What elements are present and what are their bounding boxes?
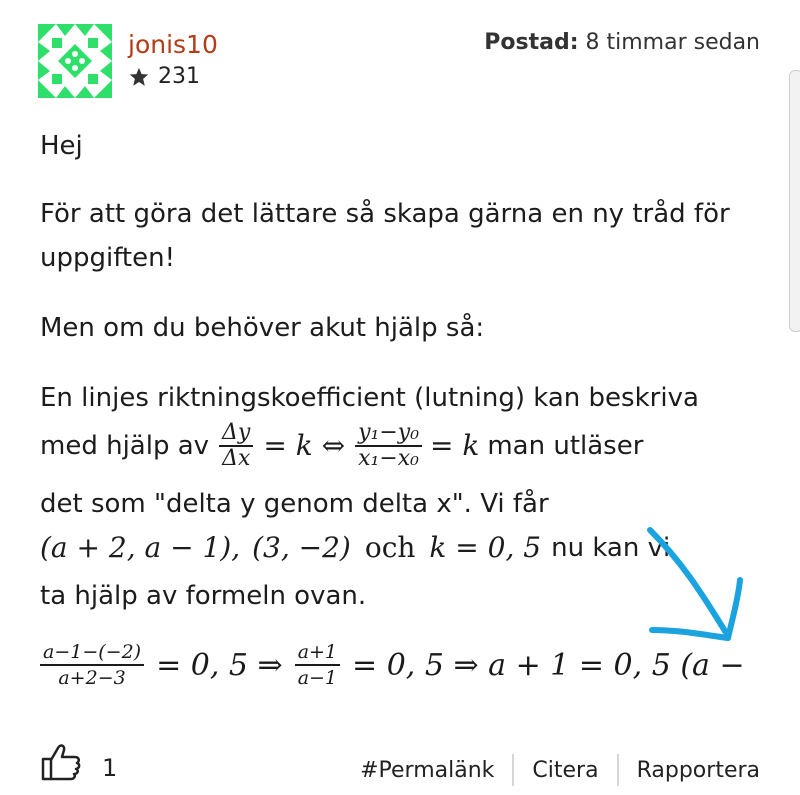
calculation-line: a−1−(−2) a+2−3 = 0, 5 ⇒ a+1 a−1 = 0, 5 ⇒… [40, 640, 745, 690]
math-point-1: (a + 2, a − 1), [40, 531, 241, 564]
author-username[interactable]: jonis10 [128, 30, 218, 59]
fraction-delta: Δy Δx [219, 421, 254, 471]
star-icon [129, 67, 149, 86]
action-divider [616, 754, 619, 786]
math-point-2: (3, −2) [252, 531, 351, 564]
fraction-delta-num: Δy [219, 421, 254, 447]
posted-label: Postad: [484, 30, 579, 55]
post-paragraph-3-line-1: En linjes riktningskoefficient (lutning)… [40, 383, 699, 413]
math-k-value: k = 0, 5 [429, 531, 542, 564]
post-paragraph-3-line-3: det som "delta y genom delta x". Vi får [40, 489, 549, 519]
math-eq-k2: = k [430, 429, 480, 462]
math-och: och [364, 531, 416, 564]
fraction-delta-den: Δx [222, 446, 251, 471]
post-paragraph-1: För att göra det lättare så skapa gärna … [40, 199, 730, 273]
calc-fraction-1-den: a+2−3 [58, 667, 126, 689]
report-link[interactable]: Rapportera [637, 758, 760, 783]
post-paragraph-3-line-2: med hjälp av Δy Δx = k ⇔ y₁−y₀ x₁−x₀ = k… [40, 416, 643, 476]
calc-fraction-2-den: a−1 [297, 667, 338, 689]
calc-fraction-1: a−1−(−2) a+2−3 [40, 640, 145, 690]
post-paragraph-3-line-5: ta hjälp av formeln ovan. [40, 581, 367, 611]
posted-value: 8 timmar sedan [585, 30, 761, 55]
text-nu-kan-vi: nu kan vi [551, 533, 671, 563]
reputation-count: 231 [158, 64, 200, 89]
like-count: 1 [102, 754, 118, 782]
calc-fraction-2-num: a+1 [294, 640, 341, 666]
permalink-link[interactable]: #Permalänk [360, 758, 494, 783]
scrollbar[interactable] [789, 70, 800, 332]
user-avatar[interactable] [38, 24, 112, 98]
calc-equals-2: = 0, 5 ⇒ a + 1 = 0, 5 (a − [352, 647, 745, 683]
text-man-utlaser: man utläser [487, 431, 644, 461]
calc-fraction-2: a+1 a−1 [294, 640, 341, 690]
calc-fraction-1-num: a−1−(−2) [40, 640, 145, 666]
thumbs-up-icon[interactable] [40, 742, 82, 782]
fraction-slope-num: y₁−y₀ [355, 421, 423, 447]
text-med-hjalp: med hjälp av [40, 431, 210, 461]
post-paragraph-3-line-4: (a + 2, a − 1), (3, −2) och k = 0, 5 nu … [40, 526, 670, 570]
calc-equals-1: = 0, 5 ⇒ [156, 647, 283, 683]
fraction-slope-den: x₁−x₀ [358, 446, 419, 471]
quote-link[interactable]: Citera [532, 758, 598, 783]
posted-time: Postad: 8 timmar sedan [484, 30, 760, 55]
fraction-slope: y₁−y₀ x₁−x₀ [355, 421, 423, 471]
action-divider [512, 754, 515, 786]
post-greeting: Hej [40, 131, 83, 161]
author-reputation: 231 [128, 64, 200, 89]
post-footer: 1 #Permalänk Citera Rapportera [0, 738, 800, 795]
post-paragraph-2: Men om du behöver akut hjälp så: [40, 313, 485, 343]
post-actions: #Permalänk Citera Rapportera [360, 754, 760, 786]
forum-post: jonis10 231 Postad: 8 timmar sedan Hej F… [0, 0, 800, 795]
math-eq-k: = k ⇔ [263, 429, 346, 462]
